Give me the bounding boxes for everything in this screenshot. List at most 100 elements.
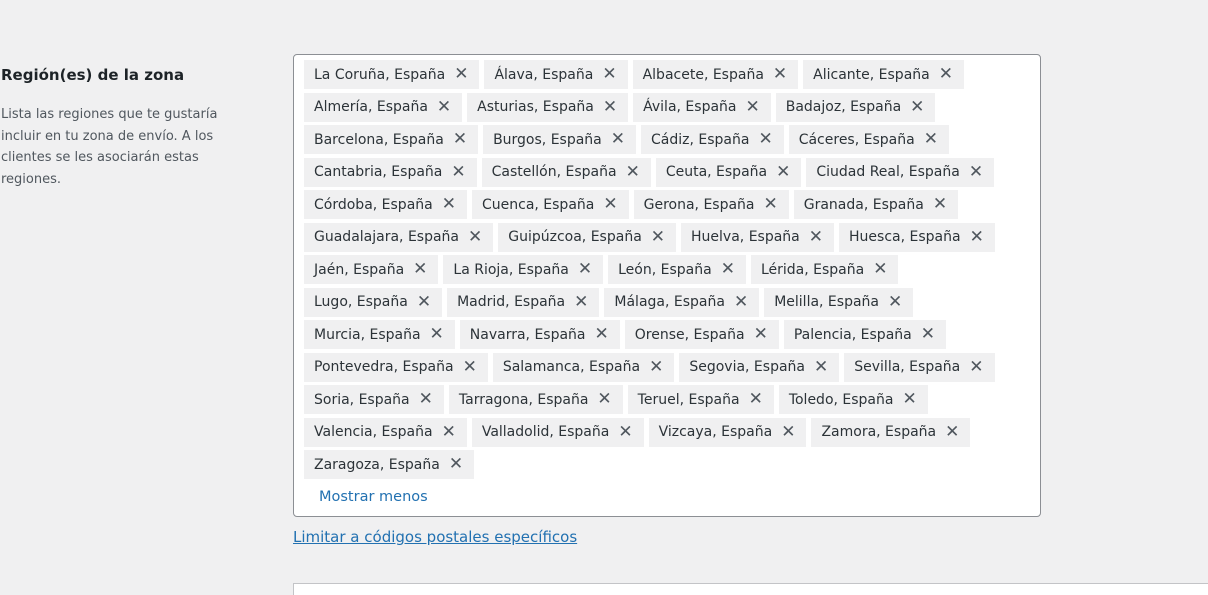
region-tag: Zamora, España ✕ [811,417,971,447]
close-icon[interactable]: ✕ [651,228,665,246]
close-icon[interactable]: ✕ [873,261,887,278]
close-icon[interactable]: ✕ [603,98,617,116]
region-tag-label: Lérida, España [760,261,865,278]
close-icon[interactable]: ✕ [734,293,748,311]
region-tag: Cáceres, España ✕ [788,125,949,154]
close-icon[interactable]: ✕ [970,228,984,246]
close-icon[interactable]: ✕ [749,391,763,408]
close-icon[interactable]: ✕ [468,228,482,246]
close-icon[interactable]: ✕ [626,163,640,181]
region-tag-label: Jaén, España [314,261,405,278]
close-icon[interactable]: ✕ [437,98,451,116]
close-icon[interactable]: ✕ [578,261,592,278]
close-icon[interactable]: ✕ [921,326,935,343]
close-icon[interactable]: ✕ [933,196,947,213]
region-select-box[interactable]: La Coruña, España ✕ Álava, España ✕ Albacete… [293,54,1041,517]
region-tag: La Rioja, España ✕ [443,255,604,284]
close-icon[interactable]: ✕ [442,196,456,213]
region-tag: Teruel, España ✕ [627,385,774,414]
close-icon[interactable]: ✕ [764,196,778,213]
close-icon[interactable]: ✕ [611,131,625,148]
close-icon[interactable]: ✕ [902,391,916,408]
region-tag-label: Murcia, España [314,326,421,343]
region-tag: Burgos, España ✕ [483,125,637,154]
region-tag-label: Granada, España [803,196,924,213]
region-tag: Granada, España ✕ [793,190,959,219]
region-tag-label: Pontevedra, España [314,359,454,375]
region-tag-label: Cádiz, España [651,131,750,148]
region-tag-label: Salamanca, España [502,359,641,375]
close-icon[interactable]: ✕ [924,131,938,148]
region-tag-label: Albacete, España [642,66,764,83]
close-icon[interactable]: ✕ [430,326,444,343]
region-tag-label: Melilla, España [774,294,879,310]
region-tag: Castellón, España ✕ [481,157,651,187]
region-tag: Cuenca, España ✕ [471,190,629,219]
region-tag: Pontevedra, España ✕ [304,352,488,382]
close-icon[interactable]: ✕ [814,358,828,376]
region-tag-label: Badajoz, España [785,99,902,115]
close-icon[interactable]: ✕ [453,131,467,148]
region-tag-label: Zaragoza, España [314,456,440,473]
close-icon[interactable]: ✕ [602,66,616,83]
close-icon[interactable]: ✕ [603,196,617,213]
close-icon[interactable]: ✕ [721,261,735,278]
region-tag: Murcia, España ✕ [304,320,455,349]
region-tag: Ceuta, España ✕ [655,157,802,187]
region-tag: Lérida, España ✕ [750,255,899,284]
section-description: Lista las regiones que te gustaría inclu… [1,107,218,187]
close-icon[interactable]: ✕ [939,66,953,83]
region-tag: Guadalajara, España ✕ [304,222,494,252]
region-tag-list: La Coruña, España ✕ Álava, España ✕ Albacete… [304,60,1031,483]
region-tag-label: Alicante, España [813,66,930,83]
close-icon[interactable]: ✕ [754,326,768,343]
region-tag-label: La Rioja, España [453,261,569,278]
close-icon[interactable]: ✕ [758,131,772,148]
close-icon[interactable]: ✕ [781,423,795,441]
region-tag: Lugo, España ✕ [304,287,443,317]
close-icon[interactable]: ✕ [417,293,431,311]
close-icon[interactable]: ✕ [413,261,427,278]
close-icon[interactable]: ✕ [809,228,823,246]
close-icon[interactable]: ✕ [773,66,787,83]
close-icon[interactable]: ✕ [574,293,588,311]
close-icon[interactable]: ✕ [745,98,759,116]
close-icon[interactable]: ✕ [449,456,463,473]
close-icon[interactable]: ✕ [442,423,456,441]
region-tag: Zaragoza, España ✕ [304,450,475,479]
limit-postcodes-link[interactable]: Limitar a códigos postales específicos [293,528,577,546]
region-tag-label: Burgos, España [493,131,602,148]
region-tag-label: Almería, España [314,99,428,115]
region-tag: Madrid, España ✕ [447,287,600,317]
close-icon[interactable]: ✕ [597,391,611,408]
region-tag: Badajoz, España ✕ [775,92,936,122]
close-icon[interactable]: ✕ [451,163,465,181]
region-tag-label: Cantabria, España [314,164,443,180]
close-icon[interactable]: ✕ [910,98,924,116]
show-less-link[interactable]: Mostrar menos [319,489,428,505]
close-icon[interactable]: ✕ [888,293,902,311]
close-icon[interactable]: ✕ [463,358,477,376]
close-icon[interactable]: ✕ [969,163,983,181]
close-icon[interactable]: ✕ [649,358,663,376]
close-icon[interactable]: ✕ [595,326,609,343]
close-icon[interactable]: ✕ [945,423,959,441]
region-tag: Huesca, España ✕ [839,222,995,252]
close-icon[interactable]: ✕ [618,423,632,441]
region-tag: Cádiz, España ✕ [641,125,784,154]
region-tag: León, España ✕ [608,255,746,284]
region-tag: Córdoba, España ✕ [304,190,467,219]
close-icon[interactable]: ✕ [969,358,983,376]
region-tag: Ciudad Real, España ✕ [806,157,995,187]
region-tag: Albacete, España ✕ [632,60,799,89]
region-tag-label: Palencia, España [793,326,912,343]
region-tag: Sevilla, España ✕ [844,352,995,382]
close-icon[interactable]: ✕ [454,66,468,83]
region-tag: Ávila, España ✕ [633,92,771,122]
region-tag: Guipúzcoa, España ✕ [498,222,677,252]
region-tag-label: Barcelona, España [314,131,444,148]
region-tag-label: La Coruña, España [314,66,446,83]
close-icon[interactable]: ✕ [776,163,790,181]
close-icon[interactable]: ✕ [419,391,433,408]
region-tag: Salamanca, España ✕ [492,352,675,382]
